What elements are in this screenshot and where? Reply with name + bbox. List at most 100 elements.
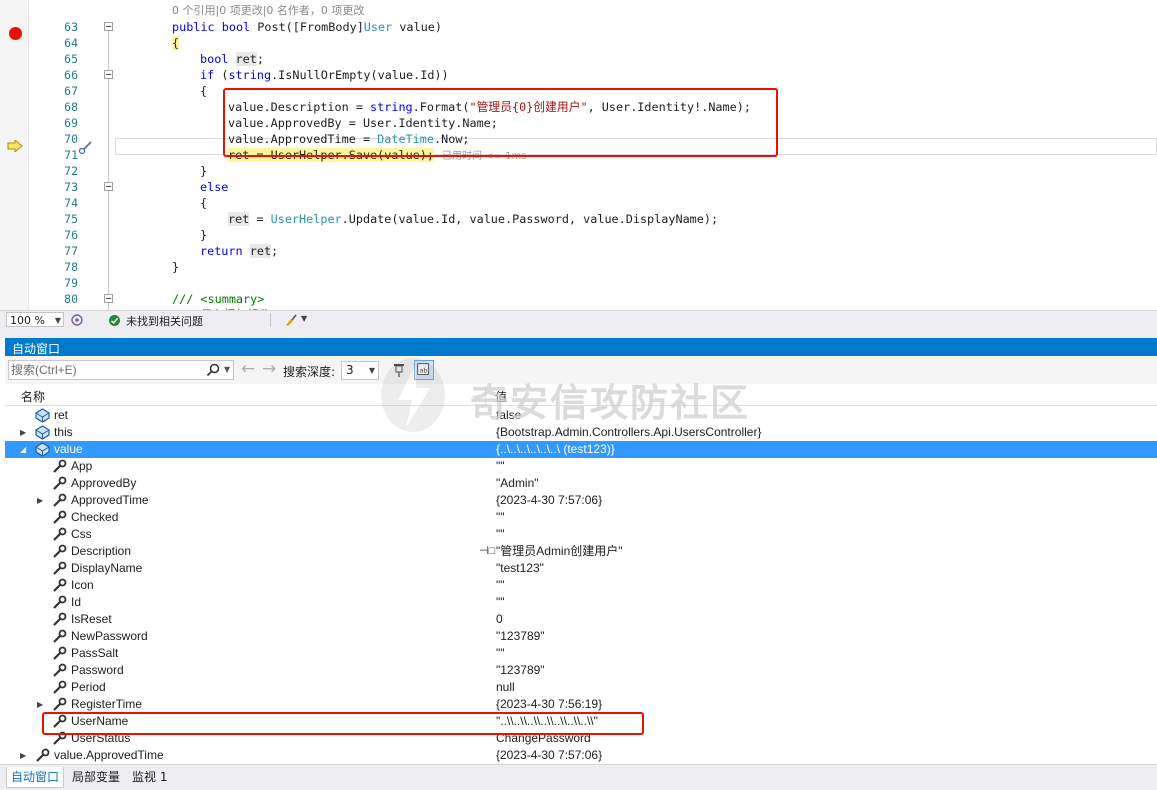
panel-splitter[interactable]: [0, 328, 1157, 338]
tab-watch-1[interactable]: 监视 1: [128, 767, 171, 787]
code-line[interactable]: 76}: [0, 227, 1157, 243]
variable-row[interactable]: PassSalt "": [5, 645, 1157, 662]
code-text: if (string.IsNullOrEmpty(value.Id)): [200, 68, 449, 82]
variable-value[interactable]: {2023-4-30 7:57:06}: [496, 492, 602, 509]
expand-arrow-icon[interactable]: ▶: [20, 747, 26, 764]
search-icon[interactable]: [206, 363, 220, 377]
variable-value[interactable]: "": [496, 577, 505, 594]
variable-row[interactable]: Period null: [5, 679, 1157, 696]
variable-value[interactable]: null: [496, 679, 515, 696]
variable-row[interactable]: App "": [5, 458, 1157, 475]
variable-value[interactable]: 0: [496, 611, 503, 628]
variable-value[interactable]: "Admin": [496, 475, 539, 492]
property-wrench-icon: [52, 595, 67, 610]
autos-window-header[interactable]: 自动窗口: [5, 338, 1157, 356]
bottom-tab-bar: 自动窗口 局部变量 监视 1: [0, 764, 1157, 790]
variable-value[interactable]: "": [496, 526, 505, 543]
code-line[interactable]: 74 {: [0, 195, 1157, 211]
line-number: 69: [64, 116, 78, 130]
zoom-dropdown[interactable]: 100 % ▼: [6, 312, 64, 327]
code-line[interactable]: 73 else: [0, 179, 1157, 195]
code-line[interactable]: 78}: [0, 259, 1157, 275]
collapse-arrow-icon[interactable]: ◢: [20, 441, 26, 458]
code-line[interactable]: 66 if (string.IsNullOrEmpty(value.Id)): [0, 67, 1157, 83]
variable-row[interactable]: DisplayName "test123": [5, 560, 1157, 577]
variable-value[interactable]: "": [496, 509, 505, 526]
variable-value[interactable]: "": [496, 645, 505, 662]
column-name-header[interactable]: 名称: [21, 388, 45, 405]
property-wrench-icon: [52, 697, 67, 712]
property-wrench-icon: [52, 629, 67, 644]
search-box[interactable]: ▼: [8, 360, 234, 380]
variable-value[interactable]: "test123": [496, 560, 544, 577]
line-number: 78: [64, 260, 78, 274]
variable-row[interactable]: Icon "": [5, 577, 1157, 594]
search-depth-select[interactable]: 3 ▼: [341, 361, 379, 380]
search-back-arrow-icon[interactable]: ←: [241, 359, 255, 379]
issues-status[interactable]: 未找到相关问题: [126, 313, 203, 329]
property-wrench-icon: [52, 612, 67, 627]
fold-toggle-icon[interactable]: [104, 22, 113, 31]
variable-name: value.ApprovedTime: [54, 748, 164, 762]
variable-value[interactable]: "": [496, 594, 505, 611]
variables-list: ret false ▶ this {Bootstrap.Admin.Controller…: [5, 407, 1157, 764]
code-line[interactable]: 0 个引用|0 项更改|0 名作者，0 项更改: [0, 3, 1157, 19]
variable-row[interactable]: Css "": [5, 526, 1157, 543]
search-input[interactable]: [11, 362, 196, 378]
tab-locals[interactable]: 局部变量: [68, 767, 124, 787]
fold-toggle-icon[interactable]: [104, 70, 113, 79]
variable-row[interactable]: Checked "": [5, 509, 1157, 526]
code-line[interactable]: 80 /// <summary>: [0, 291, 1157, 307]
variable-row[interactable]: Id "": [5, 594, 1157, 611]
variable-value[interactable]: {2023-4-30 7:57:06}: [496, 747, 602, 764]
variable-row[interactable]: Password "123789": [5, 662, 1157, 679]
variable-row[interactable]: IsReset 0: [5, 611, 1157, 628]
code-editor[interactable]: 0 个引用|0 项更改|0 名作者，0 项更改 63 public bool Pos…: [0, 0, 1157, 310]
variable-name: Id: [71, 595, 82, 609]
variable-row[interactable]: ▶ ApprovedTime {2023-4-30 7:57:06}: [5, 492, 1157, 509]
line-number: 75: [64, 212, 78, 226]
variable-value[interactable]: {..\..\..\..\..\..\ (test123)}: [496, 441, 615, 458]
code-line[interactable]: 79: [0, 275, 1157, 291]
variable-row[interactable]: ApprovedBy "Admin": [5, 475, 1157, 492]
expand-arrow-icon[interactable]: ▶: [37, 696, 43, 713]
tab-autos[interactable]: 自动窗口: [6, 767, 65, 788]
variable-value[interactable]: "123789": [496, 628, 545, 645]
code-line[interactable]: 64 {: [0, 35, 1157, 51]
variable-name: DisplayName: [71, 561, 143, 575]
chevron-down-icon[interactable]: ▼: [224, 365, 230, 374]
code-text: ret = UserHelper.Update(value.Id, value.…: [228, 212, 719, 226]
cleanup-brush-icon[interactable]: [284, 313, 298, 327]
variable-row[interactable]: Description ⊣□ "管理员Admin创建用户": [5, 543, 1157, 560]
line-number: 76: [64, 228, 78, 242]
line-number: 71: [64, 148, 78, 162]
line-number: 64: [64, 36, 78, 50]
expand-arrow-icon[interactable]: ▶: [37, 492, 43, 509]
fold-toggle-icon[interactable]: [104, 182, 113, 191]
code-line[interactable]: 65 bool ret;: [0, 51, 1157, 67]
search-forward-arrow-icon[interactable]: →: [262, 359, 276, 379]
intellicode-icon[interactable]: [70, 313, 84, 327]
expand-arrow-icon[interactable]: ▶: [20, 424, 26, 441]
code-text: else: [200, 180, 229, 194]
chevron-down-icon[interactable]: ▼: [301, 314, 307, 323]
variable-value[interactable]: {2023-4-30 7:56:19}: [496, 696, 602, 713]
variable-value[interactable]: "123789": [496, 662, 545, 679]
line-number: 67: [64, 84, 78, 98]
variable-row[interactable]: NewPassword "123789": [5, 628, 1157, 645]
variable-row[interactable]: ▶ RegisterTime {2023-4-30 7:56:19}: [5, 696, 1157, 713]
field-icon: [35, 425, 50, 440]
code-line[interactable]: 63 public bool Post([FromBody]User value): [0, 19, 1157, 35]
variable-value[interactable]: "": [496, 458, 505, 475]
line-number: 70: [64, 132, 78, 146]
line-number: 79: [64, 276, 78, 290]
code-line[interactable]: 72}: [0, 163, 1157, 179]
variable-row[interactable]: ▶ value.ApprovedTime {2023-4-30 7:57:06}: [5, 747, 1157, 764]
text-visualizer-icon[interactable]: ⊣□: [479, 543, 495, 560]
code-line[interactable]: 77 return ret;: [0, 243, 1157, 259]
fold-toggle-icon[interactable]: [104, 294, 113, 303]
code-line[interactable]: 75 ret = UserHelper.Update(value.Id, valu…: [0, 211, 1157, 227]
line-number: 80: [64, 292, 78, 306]
variable-value[interactable]: "管理员Admin创建用户": [496, 543, 623, 560]
variable-row[interactable]: ◢ value {..\..\..\..\..\..\ (test123)}: [5, 441, 1157, 458]
